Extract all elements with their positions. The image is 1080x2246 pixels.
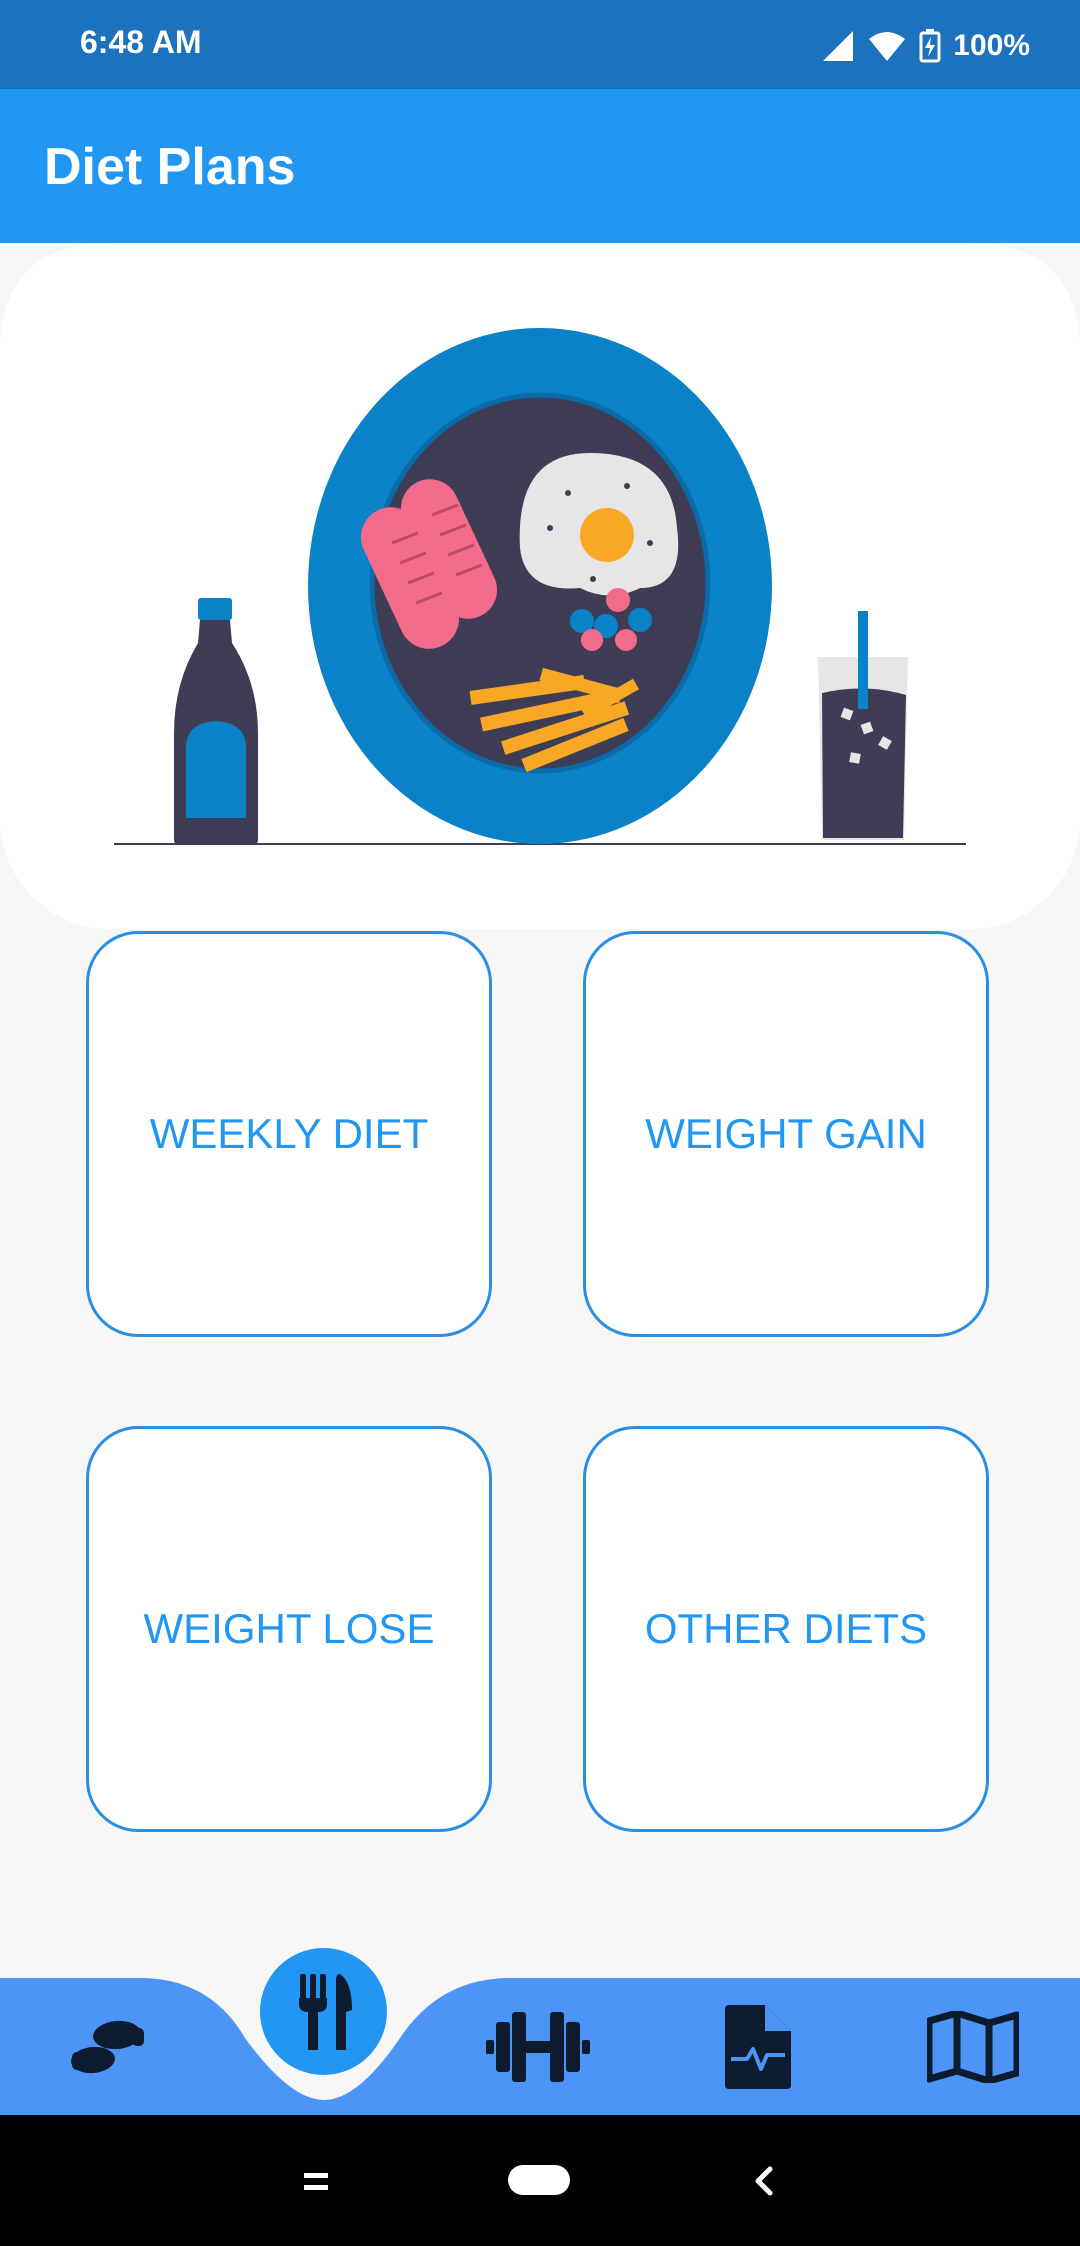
utensils-icon — [298, 1973, 352, 2050]
nav-health-report-tab[interactable] — [688, 1978, 828, 2115]
food-illustration — [0, 243, 1080, 845]
weight-gain-label: WEIGHT GAIN — [645, 1110, 927, 1157]
weight-gain-button[interactable]: WEIGHT GAIN — [583, 931, 989, 1337]
system-navigation-bar — [0, 2115, 1080, 2246]
hero-card — [0, 243, 1080, 929]
battery-level: 100% — [953, 29, 1030, 62]
nav-steps-tab[interactable] — [37, 1978, 177, 2115]
page-title: Diet Plans — [44, 138, 296, 196]
back-icon[interactable] — [752, 2165, 776, 2197]
battery-icon — [919, 29, 941, 63]
bottom-navigation — [0, 1948, 1080, 2115]
other-diets-label: OTHER DIETS — [644, 1605, 928, 1652]
dumbbell-icon — [486, 2011, 590, 2082]
glass-shape — [818, 611, 908, 840]
nav-map-tab[interactable] — [903, 1978, 1043, 2115]
wifi-icon — [869, 32, 906, 61]
status-time: 6:48 AM — [80, 24, 202, 60]
footprints-icon — [71, 2020, 144, 2073]
app-bar: Diet Plans — [0, 89, 1080, 243]
weight-lose-label: WEIGHT LOSE — [143, 1605, 435, 1652]
home-button[interactable] — [508, 2165, 570, 2195]
health-file-icon — [725, 2004, 791, 2089]
weight-lose-button[interactable]: WEIGHT LOSE — [86, 1426, 492, 1832]
nav-workout-tab[interactable] — [468, 1978, 608, 2115]
signal-icon — [823, 31, 854, 61]
weekly-diet-label: WEEKLY DIET — [149, 1110, 429, 1157]
bottle-shape — [174, 598, 258, 844]
map-icon — [927, 2010, 1019, 2083]
status-icons: 100% — [821, 26, 1030, 66]
weekly-diet-button[interactable]: WEEKLY DIET — [86, 931, 492, 1337]
nav-diet-tab[interactable] — [260, 1948, 387, 2075]
other-diets-button[interactable]: OTHER DIETS — [583, 1426, 989, 1832]
status-bar: 6:48 AM 100% — [0, 0, 1080, 89]
recent-apps-icon[interactable] — [302, 2171, 330, 2193]
